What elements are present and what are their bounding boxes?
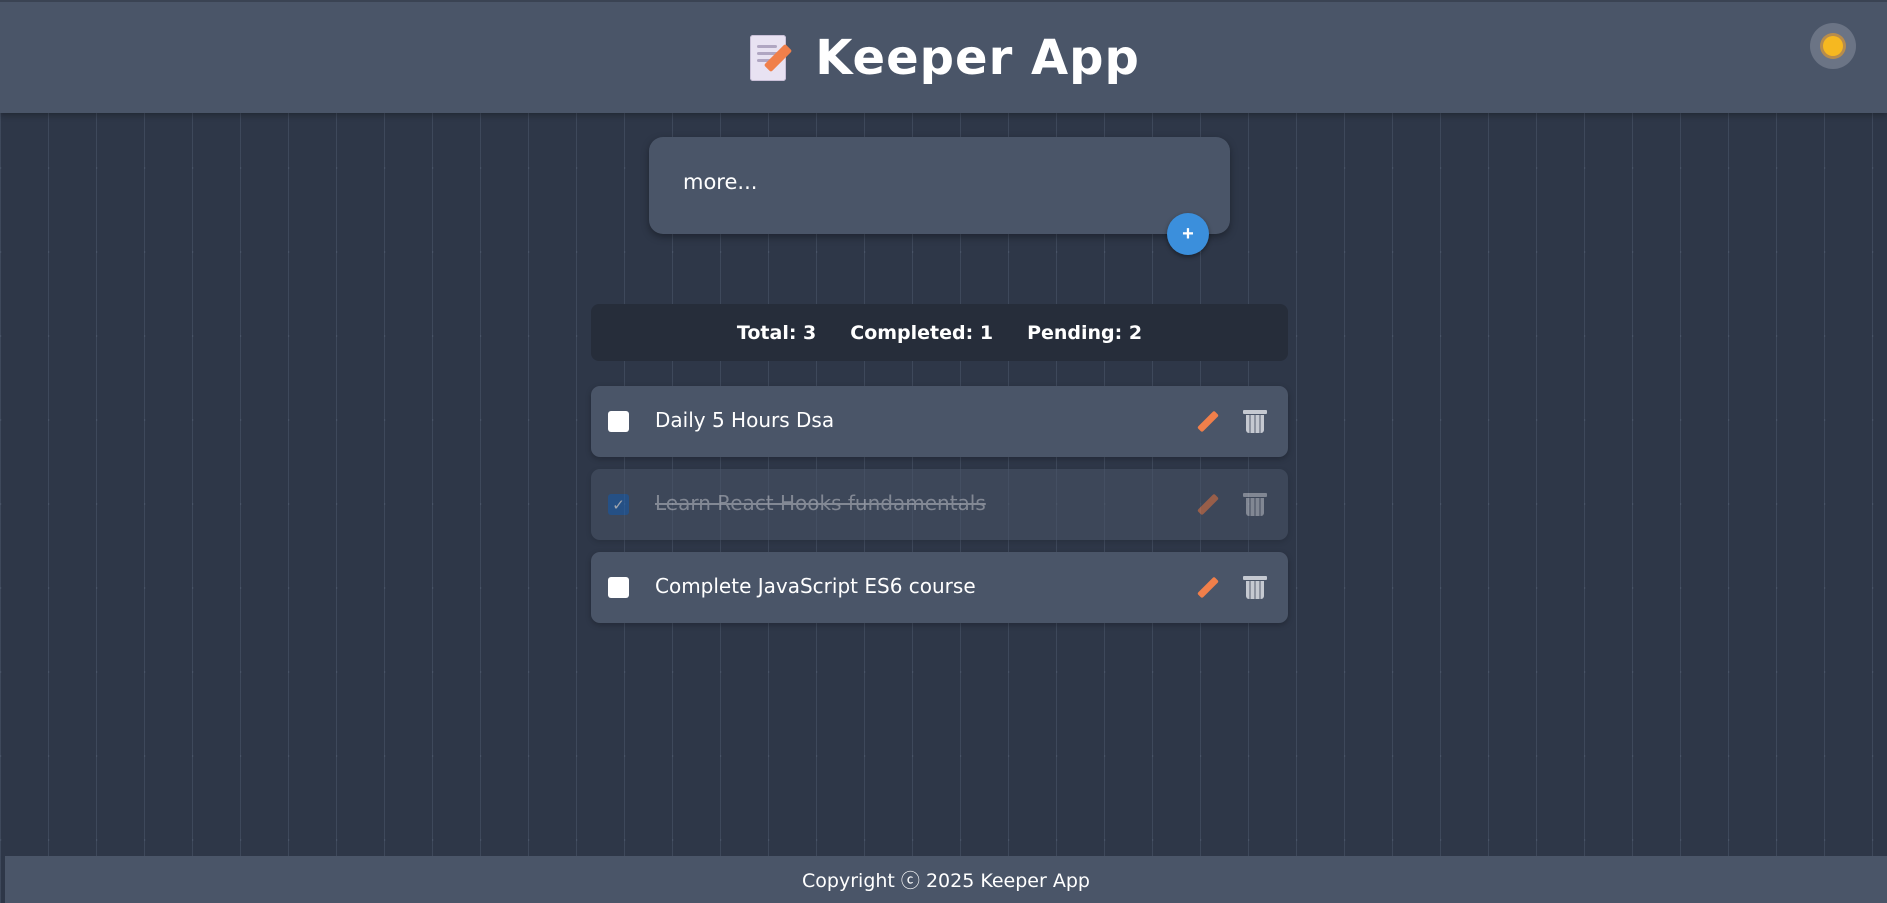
stat-total: Total: 3 — [736, 321, 817, 344]
note-form — [649, 137, 1230, 234]
todo-checkbox[interactable] — [608, 411, 629, 432]
theme-toggle-button[interactable] — [1810, 23, 1856, 69]
trash-icon[interactable] — [1243, 408, 1267, 434]
footer: Copyright ⓒ 2025 Keeper App — [5, 856, 1887, 903]
todo-item: Complete JavaScript ES6 course — [591, 552, 1288, 623]
app-header: Keeper App — [0, 0, 1887, 113]
note-input[interactable] — [683, 167, 1183, 197]
sun-icon — [1823, 36, 1843, 56]
todo-item: ✓ Learn React Hooks fundamentals — [591, 469, 1288, 540]
stats-bar: Total: 3 Completed: 1 Pending: 2 — [591, 304, 1288, 361]
add-note-button[interactable]: + — [1167, 213, 1209, 255]
trash-icon[interactable] — [1243, 491, 1267, 517]
edit-pencil-icon[interactable] — [1194, 408, 1220, 434]
todo-checkbox[interactable]: ✓ — [608, 494, 629, 515]
stat-pending: Pending: 2 — [1027, 321, 1143, 344]
edit-pencil-icon[interactable] — [1194, 491, 1220, 517]
memo-pencil-icon — [747, 33, 793, 83]
brand: Keeper App — [747, 30, 1140, 86]
todo-item: Daily 5 Hours Dsa — [591, 386, 1288, 457]
edit-pencil-icon[interactable] — [1194, 574, 1220, 600]
app-title: Keeper App — [815, 29, 1140, 86]
trash-icon[interactable] — [1243, 574, 1267, 600]
stat-completed: Completed: 1 — [850, 321, 994, 344]
copyright-text: Copyright ⓒ 2025 Keeper App — [802, 870, 1090, 892]
todo-text: Daily 5 Hours Dsa — [655, 408, 835, 432]
todo-checkbox[interactable] — [608, 577, 629, 598]
todo-text: Learn React Hooks fundamentals — [655, 491, 986, 515]
todo-text: Complete JavaScript ES6 course — [655, 574, 976, 598]
